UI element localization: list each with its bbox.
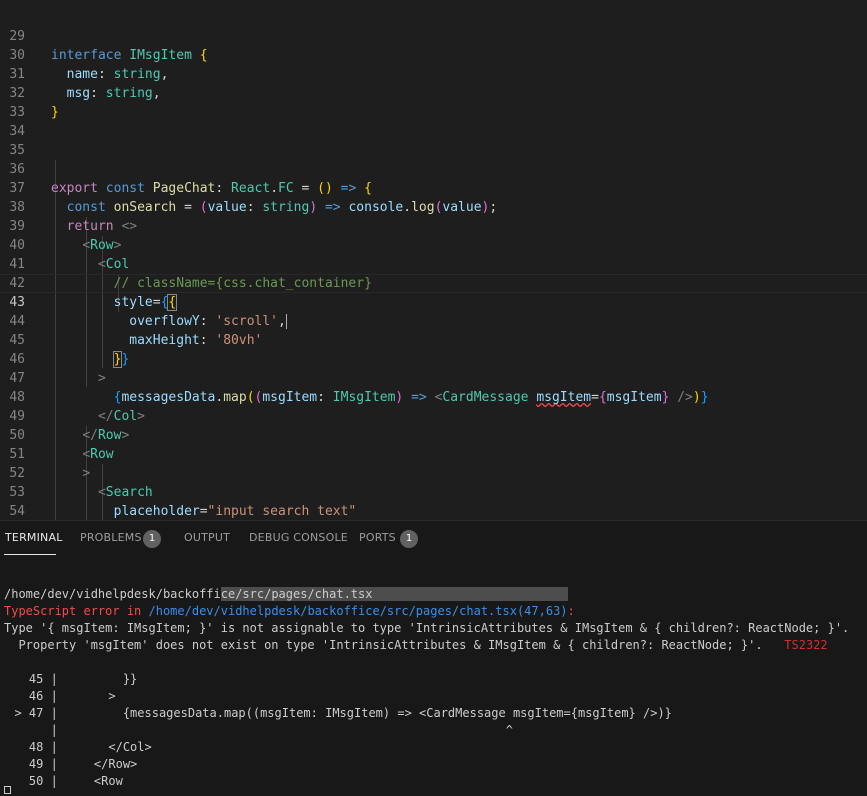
code-line[interactable]: 49 </Row> — [0, 388, 867, 443]
selected-text: ce/src/pages/chat.tsx — [220, 587, 569, 601]
code-line[interactable]: 53 placeholder="input search text" — [0, 464, 867, 519]
snippet-line: | ^ — [0, 722, 867, 739]
snippet-code: > — [57, 689, 116, 703]
terminal-cursor — [4, 786, 11, 794]
snippet-code: </Col> — [57, 740, 152, 754]
tab-problems[interactable]: PROBLEMS — [80, 531, 142, 544]
code-line[interactable]: 41 // className={css.chat_container} — [0, 236, 867, 291]
panel-tabs: TERMINAL PROBLEMS 1 OUTPUT DEBUG CONSOLE… — [0, 521, 867, 557]
error-message: Type '{ msgItem: IMsgItem; }' is not ass… — [4, 621, 850, 635]
code-line[interactable]: 36 export const PageChat: React.FC = () … — [0, 141, 867, 196]
snippet-gutter: | — [0, 723, 58, 737]
snippet-line: 49 | </Row> — [0, 756, 867, 773]
code-line[interactable]: 46 > — [0, 331, 867, 386]
terminal-line-message: Type '{ msgItem: IMsgItem; }' is not ass… — [0, 620, 867, 637]
snippet-line: 46 | > — [0, 688, 867, 705]
code-line[interactable]: 54 allowClear — [0, 483, 867, 519]
snippet-code: </Row> — [57, 757, 138, 771]
code-line[interactable]: 34 — [0, 103, 867, 139]
snippet-line: > 47 | {messagesData.map((msgItem: IMsgI… — [0, 705, 867, 722]
tab-ports[interactable]: PORTS — [359, 531, 396, 544]
snippet-gutter: 46 | — [0, 689, 58, 703]
code-line[interactable]: 33 — [0, 84, 867, 120]
code-line[interactable]: 30 name: string, — [0, 27, 867, 82]
code-line[interactable]: 48 </Col> — [0, 369, 867, 424]
tab-debug-console[interactable]: DEBUG CONSOLE — [249, 531, 348, 544]
ts-error-code: TS2322 — [784, 638, 828, 652]
code-line[interactable]: 32 } — [0, 65, 867, 120]
code-line[interactable]: 40 <Col — [0, 217, 867, 272]
terminal-line-error: TypeScript error in /home/dev/vidhelpdes… — [0, 603, 867, 620]
code-line[interactable]: 55 enterButton="Search" — [0, 502, 867, 520]
code-line[interactable]: 51 > — [0, 426, 867, 481]
code-line-current[interactable]: 43 overflowY: 'scroll', — [0, 274, 867, 329]
code-line[interactable]: 38 return <> — [0, 179, 867, 234]
problems-count-badge: 1 — [143, 530, 161, 548]
terminal-line-file: /home/dev/vidhelpdesk/backoffice/src/pag… — [0, 586, 867, 603]
snippet-code: }} — [57, 672, 138, 686]
terminal-line-message: Property 'msgItem' does not exist on typ… — [0, 637, 867, 654]
code-line[interactable]: 39 <Row> — [0, 198, 867, 253]
code-line[interactable]: 29 interface IMsgItem { — [0, 8, 867, 63]
snippet-caret: ^ — [57, 723, 513, 737]
code-line[interactable]: 35 — [0, 122, 867, 158]
file-path: /home/dev/vidhelpdesk/backoffi — [4, 587, 221, 601]
code-line[interactable]: 42 style={{ — [0, 255, 867, 311]
snippet-line: 50 | <Row — [0, 773, 867, 790]
snippet-gutter: > 47 | — [0, 706, 58, 720]
tab-terminal[interactable]: TERMINAL — [5, 531, 63, 544]
error-prefix: TypeScript error in — [4, 604, 149, 618]
error-detail: Property 'msgItem' does not exist on typ… — [4, 638, 763, 652]
snippet-gutter: 49 | — [0, 757, 58, 771]
code-line[interactable]: 45 }} — [0, 312, 867, 368]
snippet-line: 45 | }} — [0, 671, 867, 688]
code-line[interactable]: 52 <Search — [0, 445, 867, 500]
snippet-line: 48 | </Col> — [0, 739, 867, 756]
code-line[interactable]: 44 maxHeight: '80vh' — [0, 293, 867, 348]
error-colon: : — [567, 604, 575, 618]
active-tab-indicator — [4, 554, 56, 555]
code-editor[interactable]: 29 interface IMsgItem { 30 name: string,… — [0, 0, 867, 520]
snippet-code: <Row — [57, 774, 123, 788]
error-file-link[interactable]: /home/dev/vidhelpdesk/backoffice/src/pag… — [149, 604, 568, 618]
code-line[interactable]: 47 {messagesData.map((msgItem: IMsgItem)… — [0, 350, 867, 405]
snippet-gutter: 45 | — [0, 672, 58, 686]
snippet-code: {messagesData.map((msgItem: IMsgItem) =>… — [57, 706, 672, 720]
code-line[interactable]: 37 const onSearch = (value: string) => c… — [0, 160, 867, 215]
ports-count-badge: 1 — [400, 530, 418, 548]
tab-output[interactable]: OUTPUT — [184, 531, 230, 544]
snippet-gutter: 48 | — [0, 740, 58, 754]
code-line[interactable]: 31 msg: string, — [0, 46, 867, 101]
bottom-panel: TERMINAL PROBLEMS 1 OUTPUT DEBUG CONSOLE… — [0, 520, 867, 796]
code-line[interactable]: 50 <Row — [0, 407, 867, 462]
